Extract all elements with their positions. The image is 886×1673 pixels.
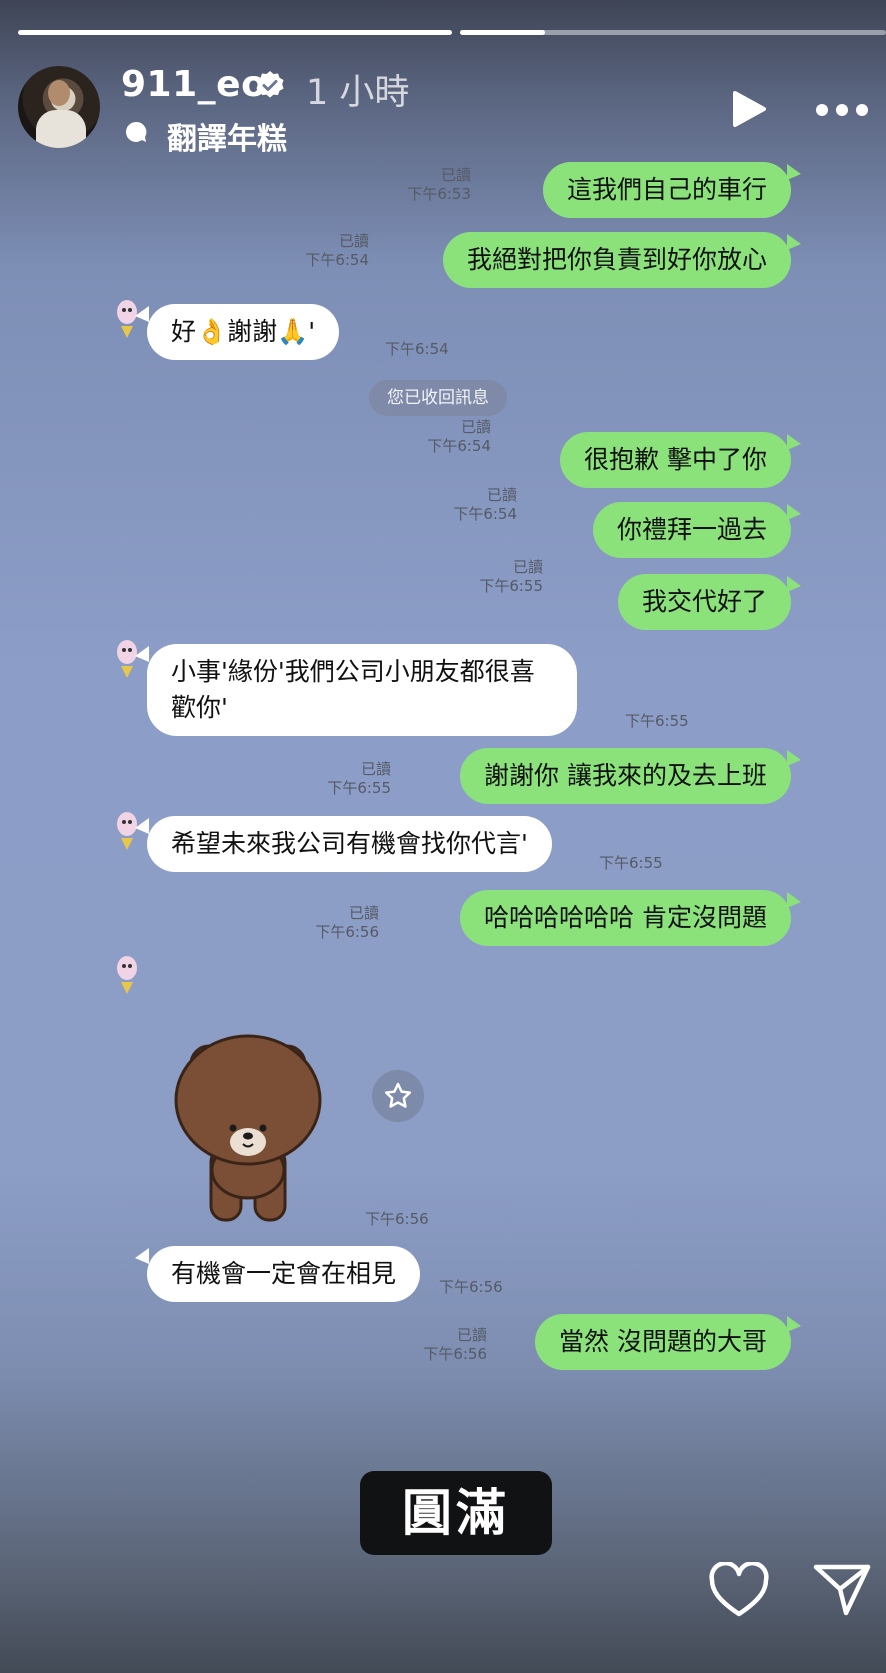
story-caption: 圓滿	[360, 1471, 552, 1555]
avatar[interactable]	[18, 66, 100, 148]
star-icon	[384, 1082, 412, 1108]
sender-avatar-icon	[117, 956, 137, 994]
message-time: 下午6:54	[385, 340, 449, 358]
incoming-message: 有機會一定會在相見	[147, 1246, 421, 1302]
outgoing-message: 很抱歉 擊中了你	[560, 432, 791, 488]
read-receipt: 已讀 下午6:55	[327, 760, 391, 797]
outgoing-message: 你禮拜一過去	[592, 502, 791, 558]
more-options-icon[interactable]	[814, 100, 870, 120]
outgoing-message: 哈哈哈哈哈哈 肯定沒問題	[460, 890, 791, 946]
outgoing-message: 這我們自己的車行	[542, 162, 791, 218]
story-progress-fill	[460, 30, 546, 35]
read-receipt: 已讀 下午6:53	[407, 166, 471, 203]
heart-icon[interactable]	[708, 1562, 770, 1618]
send-icon[interactable]	[812, 1563, 872, 1617]
outgoing-message: 當然 沒問題的大哥	[535, 1314, 791, 1370]
message-time: 下午6:55	[625, 712, 689, 730]
favorite-sticker-button[interactable]	[372, 1070, 424, 1122]
verified-badge-icon	[256, 71, 284, 98]
brown-bear-sticker	[174, 1034, 322, 1222]
post-time: 1 小時	[306, 73, 410, 113]
chat-screenshot: 已讀 下午6:53 這我們自己的車行 已讀 下午6:54 我絕對把你負責到好你放心 …	[115, 150, 805, 1380]
audio-wave-icon	[126, 121, 147, 142]
message-time: 下午6:55	[599, 854, 663, 872]
outgoing-message: 我交代好了	[617, 574, 791, 630]
read-receipt: 已讀 下午6:56	[423, 1326, 487, 1363]
read-receipt: 已讀 下午6:54	[453, 486, 517, 523]
incoming-message: 好👌謝謝🙏'	[147, 304, 340, 360]
outgoing-message: 我絕對把你負責到好你放心	[442, 232, 791, 288]
message-time: 下午6:56	[439, 1278, 503, 1296]
read-receipt: 已讀 下午6:54	[427, 418, 491, 455]
incoming-message: 小事'緣份'我們公司小朋友都很喜 歡你'	[147, 644, 577, 736]
username[interactable]: 911_eo	[121, 64, 266, 105]
outgoing-message: 謝謝你 讓我來的及去上班	[460, 748, 791, 804]
story-progress-segment-1	[18, 30, 452, 35]
recalled-message-notice: 您已收回訊息	[369, 380, 507, 416]
read-receipt: 已讀 下午6:54	[305, 232, 369, 269]
play-icon[interactable]	[731, 90, 767, 128]
read-receipt: 已讀 下午6:55	[479, 558, 543, 595]
story-progress-segment-2	[460, 30, 886, 35]
message-time: 下午6:56	[365, 1210, 429, 1228]
read-receipt: 已讀 下午6:56	[315, 904, 379, 941]
incoming-message: 希望未來我公司有機會找你代言'	[147, 816, 552, 872]
